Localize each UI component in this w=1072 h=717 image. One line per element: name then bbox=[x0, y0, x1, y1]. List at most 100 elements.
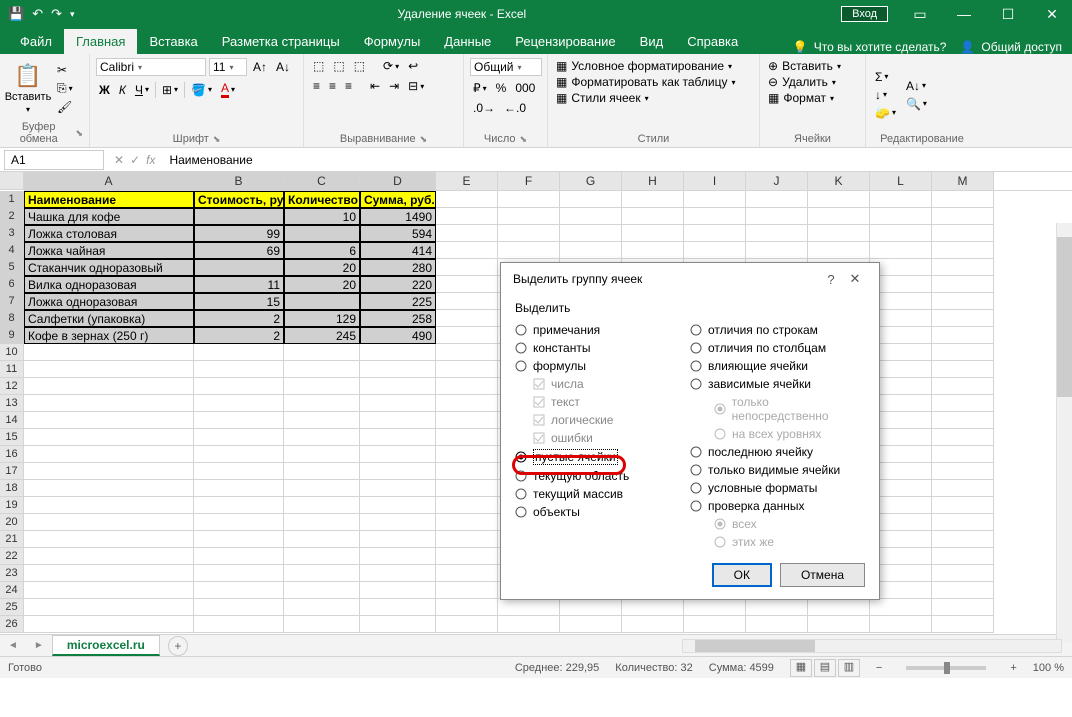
cell[interactable] bbox=[360, 395, 436, 412]
radio-blanks[interactable]: пустые ячейки bbox=[515, 447, 690, 467]
cell[interactable] bbox=[932, 276, 994, 293]
column-header[interactable]: H bbox=[622, 172, 684, 190]
cell[interactable] bbox=[284, 378, 360, 395]
add-sheet-button[interactable]: + bbox=[168, 636, 188, 656]
cell[interactable]: Ложка столовая bbox=[24, 225, 194, 242]
cell[interactable] bbox=[808, 191, 870, 208]
ribbon-display-icon[interactable]: ▭ bbox=[900, 6, 940, 23]
cell[interactable] bbox=[24, 378, 194, 395]
cell[interactable] bbox=[498, 208, 560, 225]
cell[interactable] bbox=[932, 344, 994, 361]
cell[interactable] bbox=[24, 446, 194, 463]
column-header[interactable]: J bbox=[746, 172, 808, 190]
cancel-formula-icon[interactable]: ✕ bbox=[114, 153, 124, 167]
cell[interactable] bbox=[24, 344, 194, 361]
cell[interactable] bbox=[622, 225, 684, 242]
cell[interactable] bbox=[436, 310, 498, 327]
cell[interactable] bbox=[498, 191, 560, 208]
cell[interactable] bbox=[622, 191, 684, 208]
select-all-button[interactable] bbox=[0, 172, 24, 190]
row-header[interactable]: 13 bbox=[0, 395, 24, 412]
copy-button[interactable]: ⎘▾ bbox=[54, 80, 76, 97]
increase-font-button[interactable]: A↑ bbox=[250, 59, 270, 75]
cell[interactable]: 15 bbox=[194, 293, 284, 310]
align-center-button[interactable]: ≡ bbox=[326, 78, 339, 94]
row-header[interactable]: 8 bbox=[0, 310, 24, 327]
cell[interactable] bbox=[194, 259, 284, 276]
column-header[interactable]: F bbox=[498, 172, 560, 190]
cell[interactable] bbox=[932, 293, 994, 310]
cell[interactable]: 69 bbox=[194, 242, 284, 259]
cell[interactable] bbox=[684, 225, 746, 242]
cell[interactable] bbox=[436, 531, 498, 548]
cell[interactable] bbox=[194, 497, 284, 514]
tab-page-layout[interactable]: Разметка страницы bbox=[210, 29, 352, 54]
cell[interactable] bbox=[932, 412, 994, 429]
radio-visible-only[interactable]: только видимые ячейки bbox=[690, 461, 865, 479]
font-launcher-icon[interactable]: ⬊ bbox=[213, 134, 221, 145]
row-header[interactable]: 1 bbox=[0, 191, 24, 208]
cell[interactable] bbox=[360, 378, 436, 395]
format-painter-button[interactable]: 🖌 bbox=[54, 99, 76, 115]
cell[interactable] bbox=[284, 446, 360, 463]
cell[interactable] bbox=[932, 361, 994, 378]
cell[interactable] bbox=[194, 395, 284, 412]
cell[interactable]: 129 bbox=[284, 310, 360, 327]
radio-dependents[interactable]: зависимые ячейки bbox=[690, 375, 865, 393]
enter-formula-icon[interactable]: ✓ bbox=[130, 153, 140, 167]
cell[interactable] bbox=[932, 429, 994, 446]
column-header[interactable]: A bbox=[24, 172, 194, 190]
cell[interactable] bbox=[870, 191, 932, 208]
number-launcher-icon[interactable]: ⬊ bbox=[520, 134, 528, 145]
cell[interactable] bbox=[932, 395, 994, 412]
column-header[interactable]: G bbox=[560, 172, 622, 190]
merge-button[interactable]: ⊟▾ bbox=[405, 78, 427, 94]
tab-home[interactable]: Главная bbox=[64, 29, 137, 54]
radio-row-diff[interactable]: отличия по строкам bbox=[690, 321, 865, 339]
horizontal-scrollbar[interactable] bbox=[682, 639, 1062, 653]
cell[interactable] bbox=[436, 616, 498, 633]
row-header[interactable]: 23 bbox=[0, 565, 24, 582]
align-bottom-button[interactable]: ⬚ bbox=[351, 58, 368, 74]
cell[interactable] bbox=[932, 497, 994, 514]
cell[interactable] bbox=[870, 225, 932, 242]
tab-insert[interactable]: Вставка bbox=[137, 29, 209, 54]
cell[interactable] bbox=[436, 599, 498, 616]
cell[interactable] bbox=[194, 463, 284, 480]
cell[interactable]: Ложка одноразовая bbox=[24, 293, 194, 310]
cell[interactable] bbox=[932, 378, 994, 395]
clear-button[interactable]: 🧽▾ bbox=[872, 105, 899, 121]
cell[interactable]: Салфетки (упаковка) bbox=[24, 310, 194, 327]
wrap-text-button[interactable]: ↩ bbox=[405, 58, 421, 74]
cell[interactable] bbox=[746, 208, 808, 225]
cell[interactable] bbox=[498, 599, 560, 616]
percent-button[interactable]: % bbox=[493, 80, 510, 96]
cell[interactable] bbox=[24, 616, 194, 633]
cell[interactable] bbox=[808, 599, 870, 616]
increase-decimal-button[interactable]: .0→ bbox=[470, 100, 498, 116]
cell[interactable] bbox=[436, 429, 498, 446]
cell[interactable] bbox=[360, 361, 436, 378]
radio-cond-formats[interactable]: условные форматы bbox=[690, 479, 865, 497]
cell[interactable]: 490 bbox=[360, 327, 436, 344]
cell[interactable] bbox=[284, 565, 360, 582]
cell[interactable] bbox=[436, 378, 498, 395]
row-header[interactable]: 25 bbox=[0, 599, 24, 616]
cell[interactable] bbox=[870, 616, 932, 633]
find-select-button[interactable]: 🔍▾ bbox=[903, 96, 930, 112]
cell[interactable]: Сумма, руб. bbox=[360, 191, 436, 208]
cell[interactable] bbox=[194, 531, 284, 548]
cell[interactable] bbox=[436, 344, 498, 361]
cell[interactable] bbox=[194, 429, 284, 446]
radio-formulas[interactable]: формулы bbox=[515, 357, 690, 375]
tab-file[interactable]: Файл bbox=[8, 29, 64, 54]
cell[interactable]: Стаканчик одноразовый bbox=[24, 259, 194, 276]
cancel-button[interactable]: Отмена bbox=[780, 563, 865, 587]
cell[interactable] bbox=[284, 616, 360, 633]
fx-icon[interactable]: fx bbox=[146, 153, 155, 167]
cell[interactable] bbox=[560, 191, 622, 208]
tell-me[interactable]: 💡Что вы хотите сделать? bbox=[793, 40, 947, 54]
cut-button[interactable]: ✂ bbox=[54, 62, 76, 78]
radio-constants[interactable]: константы bbox=[515, 339, 690, 357]
minimize-icon[interactable]: — bbox=[944, 6, 984, 22]
